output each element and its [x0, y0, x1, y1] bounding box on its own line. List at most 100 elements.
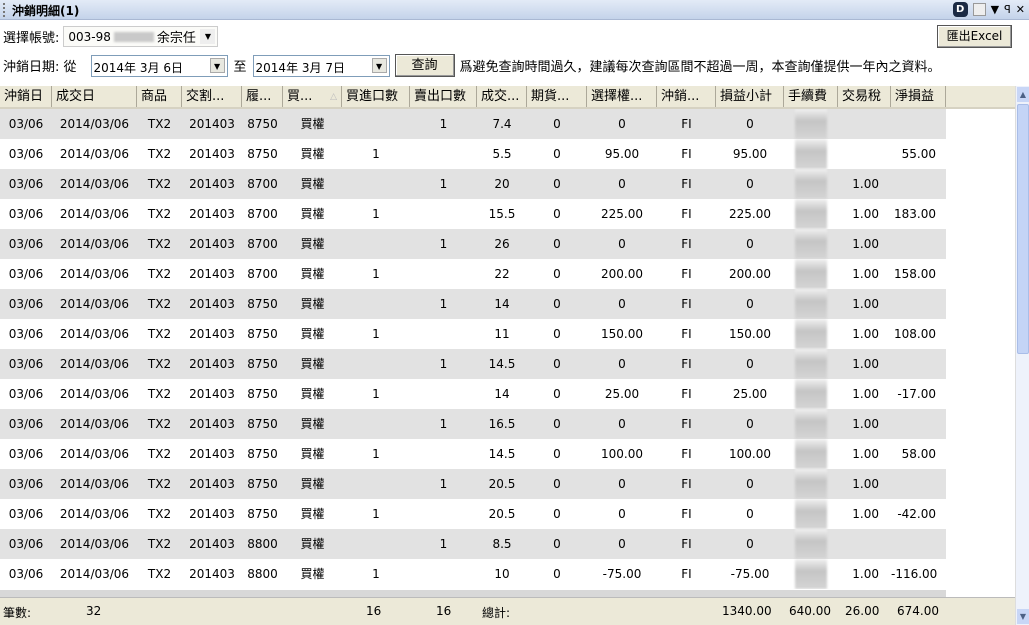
column-header[interactable]: 手續費 — [784, 86, 838, 107]
column-header[interactable]: 買... △ — [283, 86, 342, 107]
drag-grip-icon[interactable] — [3, 3, 5, 17]
table-cell: 0 — [746, 237, 754, 251]
column-header[interactable]: 買進口數 — [342, 86, 410, 107]
table-cell: 買權 — [300, 537, 325, 551]
table-cell: 0 — [746, 117, 754, 131]
table-row[interactable]: 03/06 2014/03/06 TX2 201403 8750 買權 1 20.5 0 0 FI 0… — [0, 499, 946, 529]
close-icon[interactable]: ✕ — [1016, 3, 1025, 16]
table-cell: FI — [681, 327, 692, 341]
table-row[interactable]: 03/06 2014/03/06 TX2 201403 8750 買權 1 7.4 0 0 FI 0 — [0, 109, 946, 139]
export-excel-button[interactable]: 匯出Excel — [937, 25, 1012, 48]
table-cell: 0 — [618, 297, 626, 311]
table-row[interactable]: 03/06 2014/03/06 TX2 201403 8700 買權 1 22 0 200.00… — [0, 259, 946, 289]
table-row[interactable]: 03/06 2014/03/06 TX2 201403 8700 買權 1 20 0 0 FI 0 1.… — [0, 169, 946, 199]
table-cell: 15.5 — [488, 207, 516, 221]
scroll-down-icon[interactable]: ▼ — [1017, 609, 1029, 624]
table-cell: 03/06 — [8, 267, 44, 281]
scroll-up-icon[interactable]: ▲ — [1017, 87, 1029, 102]
table-row[interactable]: 03/06 2014/03/06 TX2 201403 8750 買權 1 20.5 0 0 FI 0… — [0, 469, 946, 499]
table-cell: -116.00 — [891, 567, 938, 581]
column-header[interactable]: 交易稅 — [838, 86, 891, 107]
table-cell: 買權 — [300, 267, 325, 281]
table-row[interactable]: 03/06 2014/03/06 TX2 201403 8750 買權 1 5.5 0 95.00… — [0, 139, 946, 169]
table-row[interactable]: 03/06 2014/03/06 TX2 201403 8750 買權 1 16.5 0 0 FI 0… — [0, 409, 946, 439]
table-cell: 0 — [746, 537, 754, 551]
table-cell: 2014/03/06 — [59, 267, 130, 281]
table-cell — [410, 139, 477, 169]
table-cell: 183.00 — [894, 207, 936, 221]
pin-icon[interactable]: ꟼ — [1004, 3, 1011, 16]
column-header[interactable]: 沖銷... — [657, 86, 716, 107]
table-cell: 0 — [618, 507, 626, 521]
table-cell: 8750 — [247, 357, 278, 371]
vertical-scrollbar[interactable]: ▲ ▼ — [1015, 86, 1029, 625]
date-from-picker[interactable]: 2014年 3月 6日 ▼ — [90, 54, 228, 77]
column-header[interactable]: 交割... — [182, 86, 242, 107]
date-to-picker[interactable]: 2014年 3月 7日 ▼ — [252, 54, 390, 77]
table-cell: 8800 — [247, 567, 278, 581]
chevron-down-icon[interactable]: ▼ — [200, 29, 216, 44]
d-app-icon[interactable]: D — [952, 2, 968, 17]
column-header[interactable]: 成交... — [477, 86, 527, 107]
horizontal-scrollbar[interactable] — [0, 590, 946, 597]
table-row[interactable]: 03/06 2014/03/06 TX2 201403 8800 買權 1 10 0 -75.00… — [0, 559, 946, 589]
table-cell: 1 — [439, 117, 448, 131]
table-cell: 2014/03/06 — [59, 147, 130, 161]
column-header[interactable]: 期貨... — [527, 86, 587, 107]
window-title: 沖銷明細(1) — [12, 4, 80, 18]
table-cell: 25.00 — [732, 387, 768, 401]
scroll-thumb[interactable] — [1017, 104, 1029, 354]
table-cell: 0 — [553, 117, 561, 131]
table-cell: 201403 — [189, 417, 235, 431]
table-cell: 1 — [372, 207, 380, 221]
chevron-down-icon[interactable]: ▼ — [209, 57, 225, 73]
table-row[interactable]: 03/06 2014/03/06 TX2 201403 8700 買權 1 15.5 0 225.… — [0, 199, 946, 229]
table-row[interactable]: 03/06 2014/03/06 TX2 201403 8750 買權 1 14 0 0 FI 0 1.… — [0, 289, 946, 319]
table-cell: TX2 — [147, 507, 172, 521]
chevron-down-icon[interactable]: ▼ — [371, 57, 387, 73]
window-icon[interactable] — [972, 3, 986, 16]
table-row[interactable]: 03/06 2014/03/06 TX2 201403 8750 買權 1 14.5 0 0 FI 0… — [0, 349, 946, 379]
table-row[interactable]: 03/06 2014/03/06 TX2 201403 8750 買權 1 11 0 150.00… — [0, 319, 946, 349]
table-row[interactable]: 03/06 2014/03/06 TX2 201403 8700 買權 1 26 0 0 FI 0 1.… — [0, 229, 946, 259]
table-cell: 201403 — [189, 177, 235, 191]
column-header[interactable]: 沖銷日 — [0, 86, 52, 107]
table-body: 03/06 2014/03/06 TX2 201403 8750 買權 1 7.4 0 0 FI 0 0… — [0, 109, 1015, 589]
table-cell: TX2 — [147, 387, 172, 401]
table-cell: 買權 — [300, 477, 325, 491]
column-header[interactable]: 損益小計 — [716, 86, 784, 107]
table-cell: TX2 — [147, 327, 172, 341]
table-cell: 03/06 — [8, 147, 44, 161]
table-cell: TX2 — [147, 237, 172, 251]
table-row[interactable]: 03/06 2014/03/06 TX2 201403 8800 買權 1 8.5 0 0 FI 0 — [0, 529, 946, 559]
table-row[interactable]: 03/06 2014/03/06 TX2 201403 8750 買權 1 14.5 0 100.… — [0, 439, 946, 469]
redacted-blur — [113, 31, 154, 42]
table-cell — [410, 499, 477, 529]
table-cell: 201403 — [189, 567, 235, 581]
column-header[interactable]: 淨損益 — [891, 86, 946, 107]
table-cell — [342, 469, 410, 499]
column-header[interactable]: 履... — [242, 86, 283, 107]
table-cell: FI — [681, 297, 692, 311]
table-cell: TX2 — [147, 417, 172, 431]
fee-cell-redacted — [784, 169, 838, 199]
table-cell: 2014/03/06 — [59, 507, 130, 521]
query-button[interactable]: 查詢 — [394, 54, 455, 77]
table-cell — [891, 469, 946, 499]
dropdown-icon[interactable]: ▼ — [991, 3, 999, 16]
account-select[interactable]: 003-98 余宗任 ▼ — [63, 26, 219, 47]
column-header[interactable]: 成交日 — [52, 86, 137, 107]
redacted-blur — [795, 139, 827, 169]
column-header[interactable]: 商品 — [137, 86, 182, 107]
column-header[interactable]: 選擇權... — [587, 86, 657, 107]
table-cell: 03/06 — [8, 237, 44, 251]
table-cell: 1.00 — [852, 477, 879, 491]
table-cell — [410, 199, 477, 229]
table-cell: FI — [681, 567, 692, 581]
redacted-blur — [795, 409, 827, 439]
column-header[interactable]: 賣出口數 — [410, 86, 477, 107]
fee-cell-redacted — [784, 379, 838, 409]
table-row[interactable]: 03/06 2014/03/06 TX2 201403 8750 買權 1 14 0 25.00 F… — [0, 379, 946, 409]
table-cell: 1.00 — [852, 207, 879, 221]
table-cell: 0 — [553, 387, 561, 401]
